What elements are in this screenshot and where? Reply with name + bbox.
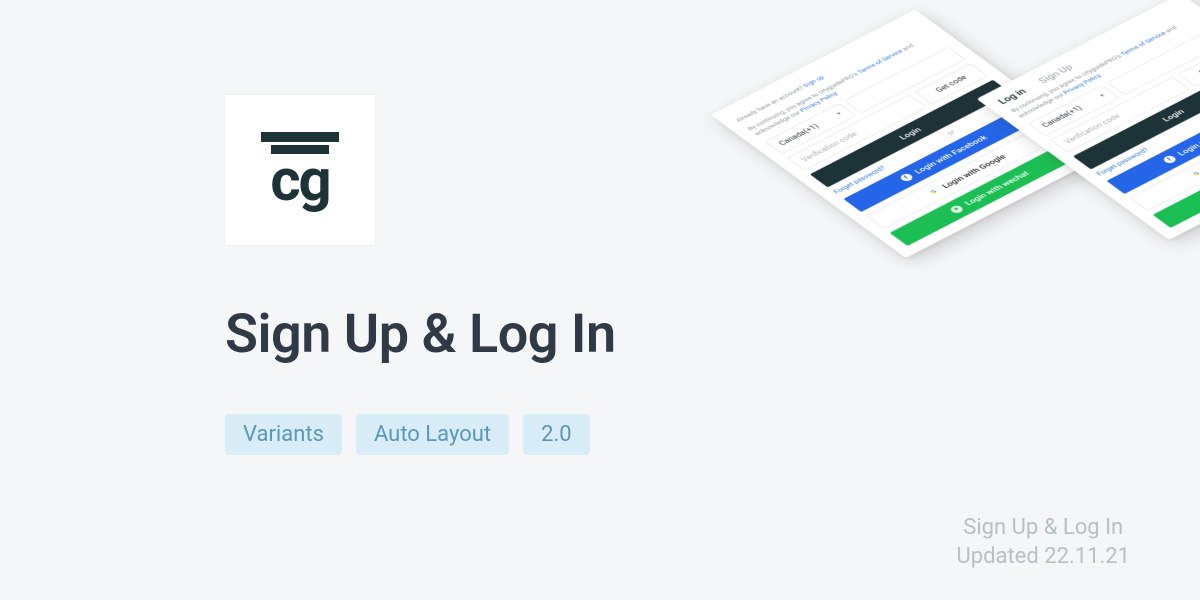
or-divider: or [945,129,957,136]
tag-row: Variants Auto Layout 2.0 [225,414,705,455]
tag-version: 2.0 [523,414,590,455]
chevron-down-icon: ▾ [1098,93,1106,99]
tag-variants: Variants [225,414,342,455]
footer-title: Sign Up & Log In [956,513,1130,543]
facebook-icon: f [1161,154,1177,164]
google-icon: G [926,187,942,197]
tag-auto-layout: Auto Layout [356,414,509,455]
logo-tile: cg [225,95,375,245]
get-code-button-b[interactable]: Get code [1178,45,1200,86]
logo-bar-top [261,132,339,142]
chevron-down-icon: ▾ [835,111,843,117]
cover-left-column: cg Sign Up & Log In Variants Auto Layout… [225,95,705,455]
footer-meta: Sign Up & Log In Updated 22.11.21 [956,513,1130,572]
page-title: Sign Up & Log In [225,303,705,366]
mockup-stage: Already have an account? Sign up By cont… [711,0,1200,268]
logo-mark: cg [261,132,339,207]
google-icon: G [1189,169,1200,179]
wechat-icon: ✦ [948,204,964,214]
facebook-icon: f [898,172,914,182]
tab-signup[interactable]: Sign Up [1036,63,1076,85]
logo-letters: cg [270,155,329,207]
footer-updated: Updated 22.11.21 [956,542,1130,572]
